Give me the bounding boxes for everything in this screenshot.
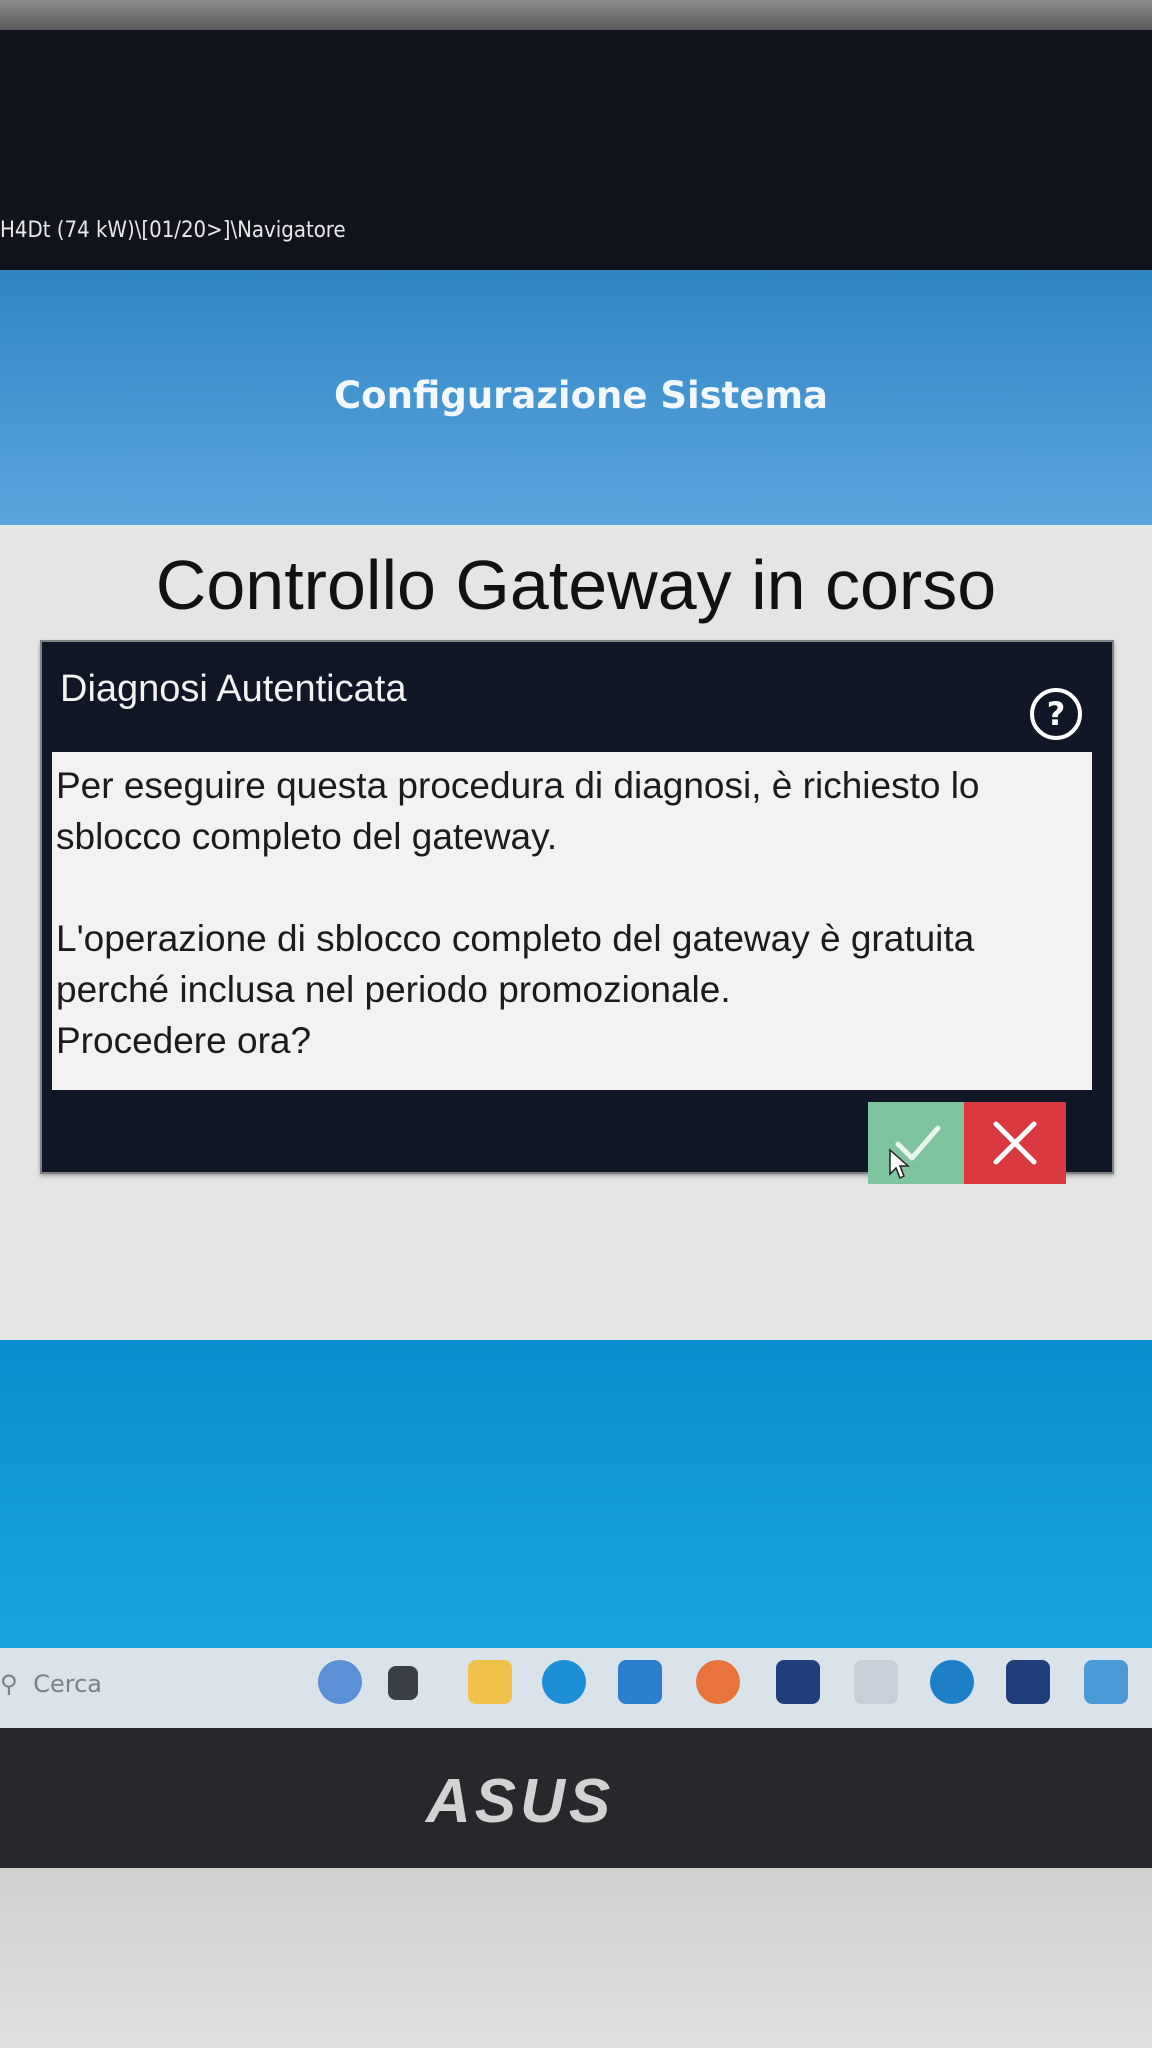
laptop-bezel: ASUS xyxy=(0,1728,1152,1868)
app-icon[interactable] xyxy=(776,1660,820,1704)
dialog-body: Per eseguire questa procedura di diagnos… xyxy=(52,752,1092,1090)
dialog-message: Per eseguire questa procedura di diagnos… xyxy=(56,765,980,1061)
bing-icon[interactable] xyxy=(318,1660,362,1704)
app-icon-3[interactable] xyxy=(930,1660,974,1704)
mouse-cursor-icon xyxy=(889,1148,910,1180)
window-titlebar: H4Dt (74 kW)\[01/20>]\Navigatore xyxy=(0,30,1152,270)
help-icon[interactable]: ? xyxy=(1030,688,1082,740)
banner-title: Configurazione Sistema xyxy=(334,374,828,417)
taskbar: ⚲ Cerca xyxy=(0,1648,1152,1728)
desktop-background xyxy=(0,1340,1152,1648)
screen-bezel xyxy=(0,0,1152,30)
task-view-icon[interactable] xyxy=(388,1666,418,1700)
close-icon xyxy=(993,1121,1037,1165)
app-icon-4[interactable] xyxy=(1006,1660,1050,1704)
page-title: Controllo Gateway in corso xyxy=(155,546,997,624)
laptop-base xyxy=(0,1868,1152,2048)
edge-icon[interactable] xyxy=(542,1660,586,1704)
cancel-button[interactable] xyxy=(964,1102,1066,1184)
dialog-header: Diagnosi Autenticata ? xyxy=(42,642,1112,752)
brand-logo: ASUS xyxy=(426,1767,615,1836)
header-banner: Configurazione Sistema xyxy=(0,270,1152,540)
search-icon: ⚲ xyxy=(0,1670,18,1698)
firefox-icon[interactable] xyxy=(696,1660,740,1704)
dialog-title: Diagnosi Autenticata xyxy=(60,668,407,710)
search-placeholder: Cerca xyxy=(33,1670,102,1698)
main-content: Controllo Gateway in corso Diagnosi Aute… xyxy=(0,525,1152,1340)
file-explorer-icon[interactable] xyxy=(468,1660,512,1704)
check-icon xyxy=(895,1125,941,1161)
app-icon-5[interactable] xyxy=(1084,1660,1128,1704)
dialog: Diagnosi Autenticata ? Per eseguire ques… xyxy=(40,640,1114,1184)
breadcrumb-path: H4Dt (74 kW)\[01/20>]\Navigatore xyxy=(0,218,346,243)
taskbar-search[interactable]: ⚲ Cerca xyxy=(0,1670,102,1698)
store-icon[interactable] xyxy=(618,1660,662,1704)
confirm-button[interactable] xyxy=(868,1102,964,1184)
app-icon-2[interactable] xyxy=(854,1660,898,1704)
